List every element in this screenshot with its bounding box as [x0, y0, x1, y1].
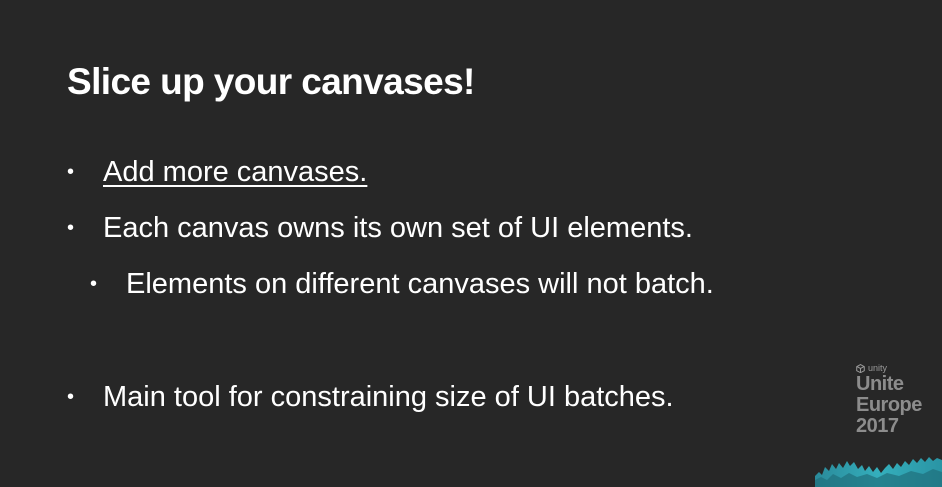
bullet-text: Each canvas owns its own set of UI eleme… — [103, 212, 693, 244]
bullet-text: Main tool for constraining size of UI ba… — [103, 381, 674, 413]
bullet-dot: • — [67, 386, 75, 408]
bullet-dot: • — [90, 273, 98, 295]
logo-line-year: 2017 — [856, 415, 899, 437]
add-more-canvases-link[interactable]: Add more canvases. — [103, 156, 367, 188]
bullet-item-main-tool: • Main tool for constraining size of UI … — [67, 379, 674, 415]
bullet-text: Elements on different canvases will not … — [126, 268, 714, 300]
slide-title: Slice up your canvases! — [67, 61, 475, 102]
logo-line-europe: Europe — [856, 394, 922, 416]
presentation-slide: Slice up your canvases! • Add more canva… — [0, 0, 942, 487]
bullet-item-add-canvases: • Add more canvases. — [67, 154, 367, 190]
bullet-item-canvas-owns-elements: • Each canvas owns its own set of UI ele… — [67, 210, 693, 246]
bullet-dot: • — [67, 217, 75, 239]
unite-europe-logo: unity Unite Europe 2017 — [856, 362, 936, 437]
unity-logo-icon — [856, 363, 865, 373]
logo-line-unite: Unite — [856, 373, 904, 395]
bullet-dot: • — [67, 161, 75, 183]
sub-bullet-item-no-batch: • Elements on different canvases will no… — [90, 266, 714, 302]
teal-wave-decoration — [815, 457, 942, 487]
